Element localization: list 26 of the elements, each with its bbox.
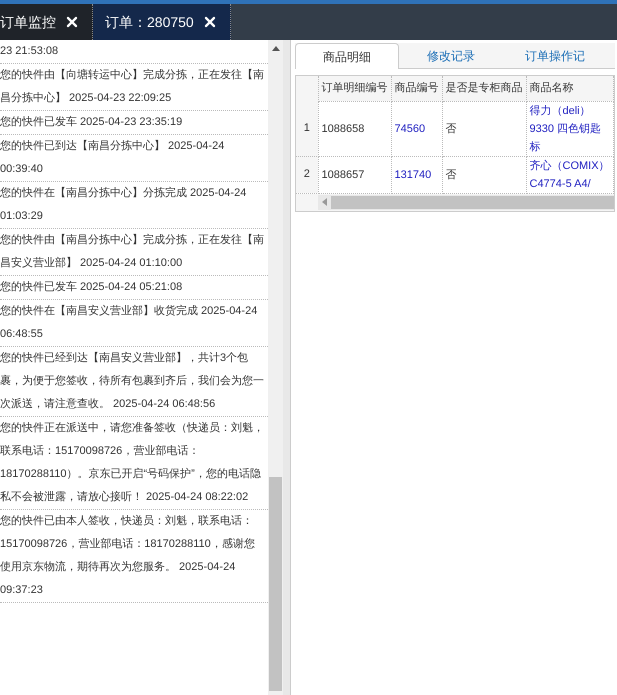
left-arrow-icon[interactable] bbox=[322, 198, 327, 206]
column-header: 订单明细编号 bbox=[318, 76, 391, 101]
page-tab[interactable]: 订单监控 bbox=[0, 4, 93, 40]
scrollbar-thumb[interactable] bbox=[269, 477, 282, 691]
table-cell[interactable]: 131740 bbox=[391, 156, 442, 193]
table-cell: 1088658 bbox=[318, 101, 391, 156]
detail-tab[interactable]: 修改记录 bbox=[399, 43, 503, 68]
column-header: 是否是专柜商品 bbox=[442, 76, 526, 101]
table-cell: 否 bbox=[442, 101, 526, 156]
column-header: 商品名称 bbox=[526, 76, 614, 101]
detail-tab[interactable]: 订单操作记 bbox=[503, 43, 607, 68]
scrollbar-thumb[interactable] bbox=[331, 196, 614, 208]
up-arrow-icon[interactable] bbox=[272, 46, 280, 51]
table-cell[interactable]: 74560 bbox=[391, 101, 442, 156]
table-cell[interactable]: 得力（deli） 9330 四色钥匙标 bbox=[526, 101, 614, 156]
vertical-scrollbar[interactable] bbox=[268, 40, 283, 695]
table-cell[interactable]: 齐心（COMIX） C4774-5 A4/ bbox=[526, 156, 614, 193]
table-cell: 1088657 bbox=[318, 156, 391, 193]
horizontal-scrollbar[interactable] bbox=[318, 194, 614, 210]
row-number: 2 bbox=[296, 156, 318, 193]
column-header: 商品编号 bbox=[391, 76, 442, 101]
page-tab[interactable]: 订单：280750 bbox=[93, 4, 231, 40]
detail-tab[interactable]: 商品明细 bbox=[295, 43, 399, 69]
close-icon[interactable] bbox=[64, 14, 80, 30]
table-cell: 否 bbox=[442, 156, 526, 193]
row-number: 1 bbox=[296, 101, 318, 156]
